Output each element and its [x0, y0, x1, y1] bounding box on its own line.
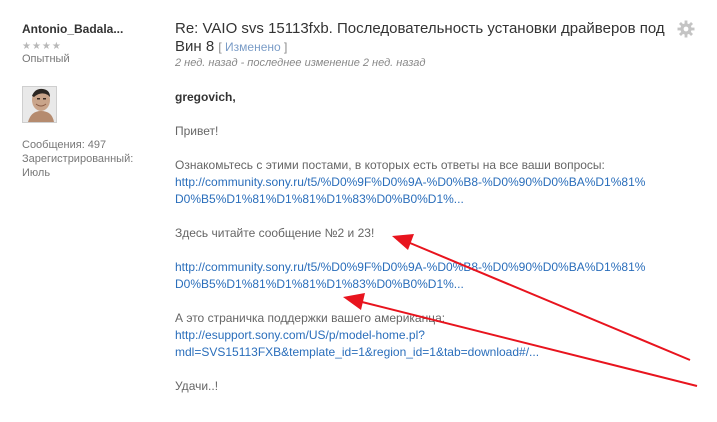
- post-title: Re: VAIO svs 15113fxb. Последовательност…: [175, 20, 665, 56]
- link-3[interactable]: http://esupport.sony.com/US/p/model-home…: [175, 327, 695, 361]
- link-2-line-1[interactable]: http://community.sony.ru/t5/%D0%9F%D0%9A…: [175, 260, 645, 274]
- link-1[interactable]: http://community.sony.ru/t5/%D0%9F%D0%9A…: [175, 174, 695, 208]
- gear-icon[interactable]: [677, 20, 695, 38]
- link-2-line-2[interactable]: D0%B5%D1%81%D1%81%D1%83%D0%B0%D1%...: [175, 277, 464, 291]
- edited-bracket-open: [: [218, 40, 222, 54]
- author-sidebar: Antonio_Badala... ★★★★ Опытный Сообщения…: [22, 22, 147, 180]
- link-1-line-1[interactable]: http://community.sony.ru/t5/%D0%9F%D0%9A…: [175, 175, 645, 189]
- registered-value: Июль: [22, 167, 51, 179]
- rank-stars: ★★★★: [22, 41, 62, 52]
- salutation: gregovich,: [175, 90, 236, 104]
- intro-text: Ознакомьтесь с этими постами, в которых …: [175, 158, 605, 172]
- post-timestamp: 2 нед. назад - последнее изменение 2 нед…: [175, 57, 426, 69]
- edited-bracket-close: ]: [284, 40, 288, 54]
- author-stats: Сообщения: 497 Зарегистрированный: Июль: [22, 138, 147, 180]
- read-message-text: Здесь читайте сообщение №2 и 23!: [175, 226, 375, 240]
- link-3-line-1[interactable]: http://esupport.sony.com/US/p/model-home…: [175, 328, 425, 342]
- link-3-line-2[interactable]: mdl=SVS15113FXB&template_id=1&region_id=…: [175, 345, 539, 359]
- avatar-image: [23, 87, 56, 122]
- post-body: gregovich, Привет! Ознакомьтесь с этими …: [175, 89, 695, 395]
- edited-link[interactable]: Изменено: [225, 40, 281, 54]
- author-name-link[interactable]: Antonio_Badala...: [22, 22, 147, 36]
- closing-text: Удачи..!: [175, 379, 219, 393]
- link-2[interactable]: http://community.sony.ru/t5/%D0%9F%D0%9A…: [175, 259, 695, 293]
- message-count: Сообщения: 497: [22, 139, 107, 151]
- support-text: А это страничка поддержки вашего америка…: [175, 311, 446, 325]
- link-1-line-2[interactable]: D0%B5%D1%81%D1%81%D1%83%D0%B0%D1%...: [175, 192, 464, 206]
- avatar[interactable]: [22, 86, 57, 123]
- greeting: Привет!: [175, 124, 219, 138]
- author-rank: Опытный: [22, 53, 70, 65]
- edited-indicator: [ Изменено ]: [218, 40, 287, 54]
- registered-label: Зарегистрированный:: [22, 153, 134, 165]
